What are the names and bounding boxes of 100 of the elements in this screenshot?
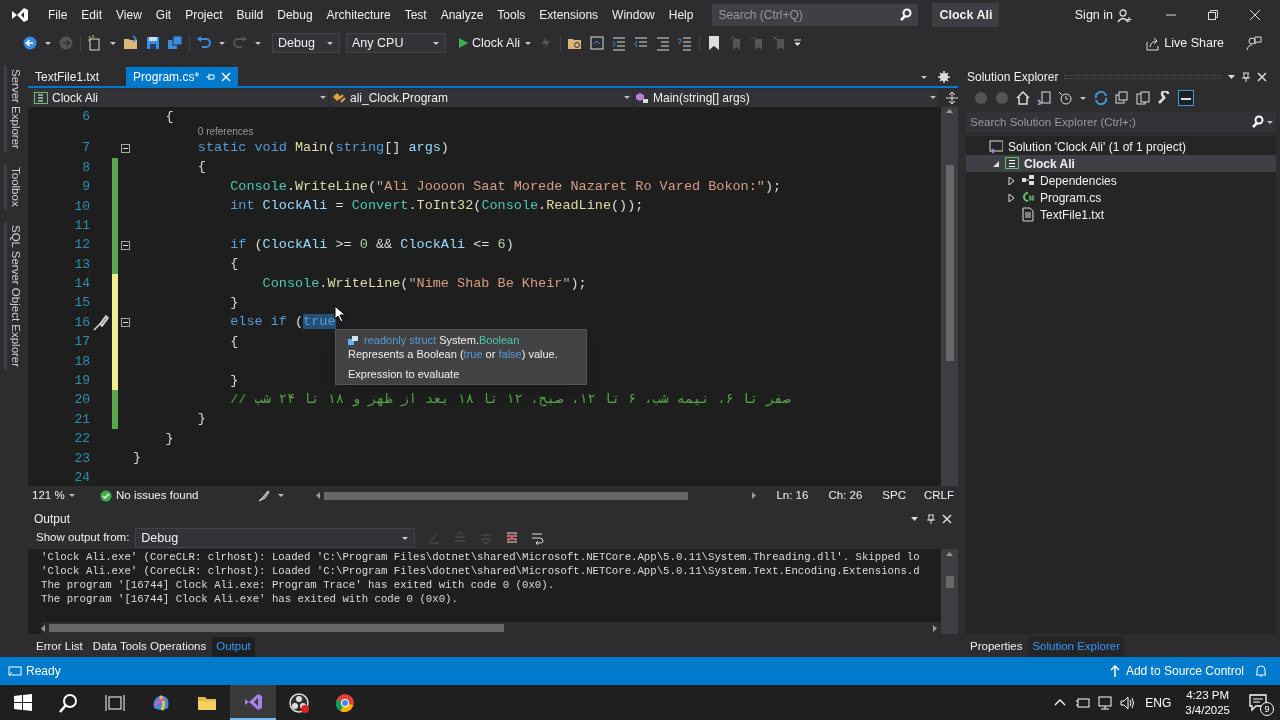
menu-item[interactable]: Analyze [433,3,491,27]
panel-tab[interactable]: Properties [966,637,1027,657]
chevron-up-icon[interactable] [1054,698,1067,707]
platform-dropdown[interactable]: Any CPU [346,33,446,53]
copy-icon[interactable] [1136,91,1150,105]
tree-item[interactable]: TextFile1.txt [966,206,1276,223]
menu-item[interactable]: Extensions [532,3,606,27]
code-lens[interactable]: 0 references [197,126,254,139]
search-icon[interactable] [58,691,80,714]
line-ending-indicator[interactable]: CRLF [923,486,954,505]
menu-item[interactable]: Project [178,3,230,27]
project-dropdown[interactable]: Clock Ali [32,88,328,107]
output-source-dropdown[interactable]: Debug [135,528,416,548]
search-icon[interactable] [1251,115,1264,128]
tree-item[interactable]: Solution 'Clock Ali' (1 of 1 project) [966,138,1276,155]
tree-item[interactable]: Clock Ali [966,155,1276,172]
scroll-up-icon[interactable] [946,109,953,113]
column-indicator[interactable]: Ch: 26 [828,486,863,505]
split-icon[interactable] [946,91,958,104]
window-icon[interactable] [588,35,605,51]
scrollbar-thumb[interactable] [945,165,954,361]
caret-icon[interactable] [1079,95,1087,101]
paintbrush-icon[interactable] [92,313,110,332]
panel-tab[interactable]: Error List [32,637,87,657]
menu-item[interactable]: File [41,3,75,27]
scroll-left-icon[interactable] [41,624,45,632]
home-icon[interactable] [1016,91,1030,105]
menu-item[interactable]: View [109,3,149,27]
horizontal-scrollbar[interactable] [41,622,941,634]
scroll-up-icon[interactable] [946,552,953,556]
restore-icon[interactable] [1208,10,1218,20]
indent-icon[interactable] [610,35,627,51]
obs-icon[interactable] [288,691,310,714]
overflow-icon[interactable] [793,39,802,47]
tab-list-icon[interactable] [920,75,928,80]
language-indicator[interactable]: ENG [1145,693,1172,712]
side-tab[interactable]: Toolbox [3,163,25,210]
bell-icon[interactable] [1254,664,1268,678]
collapse-icon[interactable] [121,143,130,153]
pin-icon[interactable] [926,513,936,524]
save-icon[interactable] [145,35,161,51]
type-dropdown[interactable]: ali_Clock.Program [330,88,632,107]
horizontal-scrollbar[interactable] [316,489,756,502]
collapsed-arrow-icon[interactable] [1008,176,1016,185]
wrench-icon[interactable] [1157,91,1171,105]
word-wrap-icon[interactable] [531,531,546,545]
configuration-dropdown[interactable]: Debug [272,33,340,53]
comment-lines-icon[interactable] [654,35,671,51]
caret-icon[interactable] [1267,121,1273,124]
menu-item[interactable]: Architecture [319,3,398,27]
uncomment-lines-icon[interactable] [676,35,693,51]
sign-in-link[interactable]: Sign in [1074,5,1113,25]
collapsed-arrow-icon[interactable] [1008,193,1016,202]
run-button[interactable]: Clock Ali [458,33,532,53]
close-icon[interactable] [1257,72,1267,82]
undo-icon[interactable] [196,35,212,51]
search-field[interactable]: Search Solution Explorer (Ctrl+;) [966,112,1276,132]
search-field[interactable]: Search (Ctrl+Q) [712,4,919,26]
scroll-left-icon[interactable] [316,492,320,499]
zoom-dropdown[interactable]: 121 % [32,486,92,505]
settings-icon[interactable] [938,71,950,83]
back-icon[interactable] [22,35,38,51]
source-control-button[interactable]: Add to Source Control [1109,662,1244,680]
clear-all-icon[interactable] [505,531,520,545]
panel-tab[interactable]: Output [212,637,255,657]
menu-item[interactable]: Tools [490,3,533,27]
side-tab[interactable]: Server Explorer [3,66,25,152]
side-tab[interactable]: SQL Server Object Explorer [3,221,25,370]
notification-icon[interactable] [1248,691,1268,712]
panel-tab[interactable]: Solution Explorer [1028,637,1124,657]
menu-item[interactable]: Test [397,3,434,27]
collapse-all-icon[interactable] [1115,91,1129,105]
document-tab[interactable]: TextFile1.txt [28,67,107,86]
menu-item[interactable]: Edit [74,3,110,27]
person-add-icon[interactable] [1117,7,1132,23]
panel-tab[interactable]: Data Tools Operations [88,637,211,657]
menu-item[interactable]: Debug [270,3,320,27]
clock-time[interactable]: 4:23 PM [1186,687,1230,703]
volume-icon[interactable] [1120,695,1136,710]
tree-item[interactable]: Dependencies [966,172,1276,189]
dropdown-icon[interactable] [1228,75,1235,79]
switch-views-icon[interactable] [1037,91,1051,105]
expanded-arrow-icon[interactable] [992,159,1000,168]
scroll-right-icon[interactable] [752,492,756,499]
scrollbar-thumb[interactable] [945,576,954,588]
pin-icon[interactable] [1241,72,1251,82]
collapse-icon[interactable] [121,318,130,328]
menu-item[interactable]: Build [229,3,271,27]
preview-icon[interactable] [1178,90,1194,106]
clock-date[interactable]: 3/4/2025 [1185,702,1230,718]
device-icon[interactable] [1076,695,1091,710]
indent-indicator[interactable]: SPC [882,486,906,505]
save-all-icon[interactable] [167,35,183,51]
menu-item[interactable]: Help [661,3,701,27]
issues-indicator[interactable]: No issues found [100,486,250,505]
refresh-icon[interactable] [1094,91,1108,105]
open-folder-icon[interactable] [123,35,139,51]
history-icon[interactable] [1058,91,1072,105]
feedback-icon[interactable] [1246,35,1262,51]
member-dropdown[interactable]: Main(string[] args) [634,88,938,107]
